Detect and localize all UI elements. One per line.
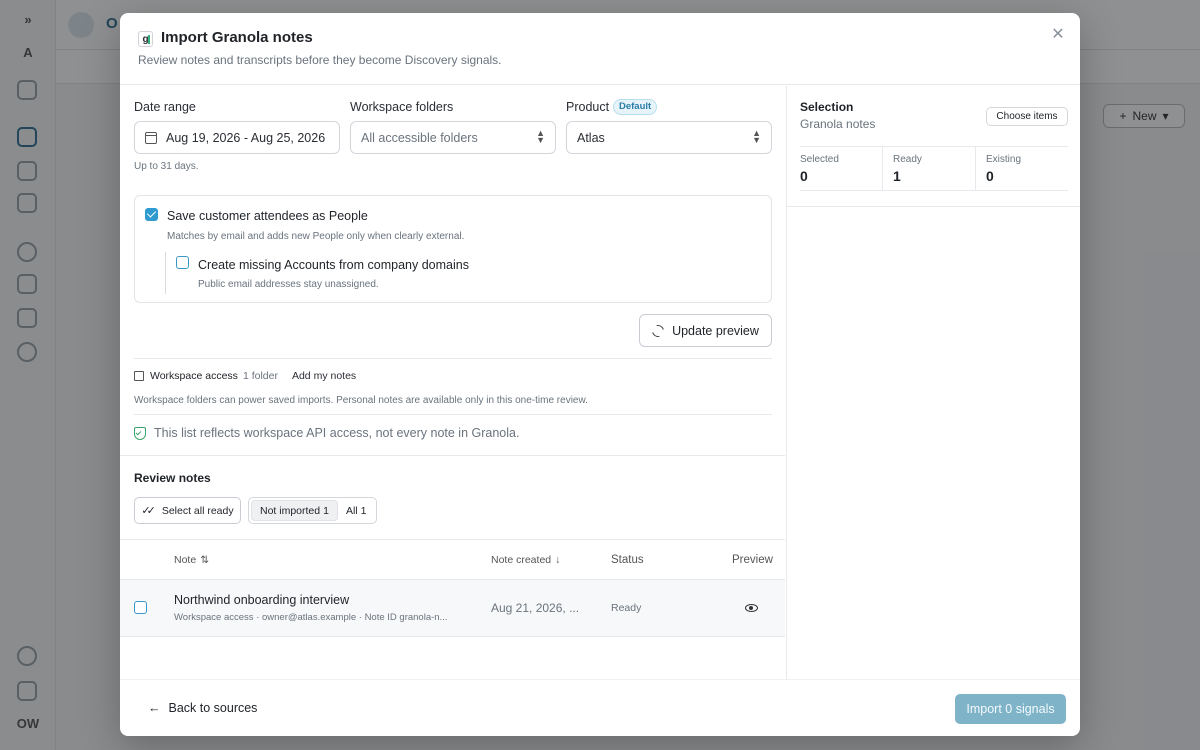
tab-not-imported[interactable]: Not imported 1 xyxy=(251,500,338,521)
stat-label: Selected xyxy=(800,154,839,165)
save-attendees-checkbox[interactable] xyxy=(145,208,158,221)
tab-label: All xyxy=(345,504,358,517)
calendar-icon xyxy=(145,131,157,144)
selection-title: Selection xyxy=(800,100,854,114)
back-to-sources-button[interactable]: ← Back to sources xyxy=(148,701,257,715)
stat-value: 1 xyxy=(893,168,901,184)
api-access-notice: This list reflects workspace API access,… xyxy=(134,426,519,440)
row-checkbox[interactable] xyxy=(134,601,147,614)
date-range-picker[interactable]: Aug 19, 2026 - Aug 25, 2026 xyxy=(134,121,340,154)
save-attendees-label[interactable]: Save customer attendees as People xyxy=(167,209,368,223)
divider xyxy=(134,358,772,359)
stat-value: 0 xyxy=(986,168,994,184)
notes-table-header: Note ⇅ Note created ↓ Status Preview xyxy=(120,539,785,580)
workspace-access-row: Workspace access 1 folder Add my notes xyxy=(134,370,356,382)
stat-label: Ready xyxy=(893,154,922,165)
modal-subtitle: Review notes and transcripts before they… xyxy=(138,53,502,67)
stat-value: 0 xyxy=(800,168,808,184)
tab-count: 1 xyxy=(323,504,329,517)
product-value: Atlas xyxy=(577,130,605,145)
workspace-folders-value: All accessible folders xyxy=(361,130,478,145)
product-label: Product xyxy=(566,100,610,114)
note-filter-tabs: Not imported 1 All 1 xyxy=(248,497,378,524)
chevron-updown-icon: ▲ ▼ xyxy=(536,128,545,145)
arrow-down-icon: ↓ xyxy=(555,554,561,566)
date-range-value: Aug 19, 2026 - Aug 25, 2026 xyxy=(166,130,326,145)
review-notes-title: Review notes xyxy=(134,471,211,485)
tab-all[interactable]: All 1 xyxy=(338,500,375,521)
save-attendees-desc: Matches by email and adds new People onl… xyxy=(167,231,465,242)
add-my-notes-link[interactable]: Add my notes xyxy=(292,370,356,382)
select-all-ready-label: Select all ready xyxy=(161,504,234,517)
update-preview-button[interactable]: Update preview xyxy=(639,314,772,347)
api-notice-text: This list reflects workspace API access,… xyxy=(154,426,520,440)
date-range-label: Date range xyxy=(134,100,196,114)
modal-footer: ← Back to sources Import 0 signals xyxy=(120,679,1080,736)
note-meta: Workspace access · owner@atlas.example ·… xyxy=(174,612,448,623)
divider xyxy=(134,414,772,415)
note-created-date: Aug 21, 2026, ... xyxy=(491,601,580,615)
divider xyxy=(120,455,785,456)
import-signals-button[interactable]: Import 0 signals xyxy=(955,694,1066,724)
product-select[interactable]: Atlas ▲ ▼ xyxy=(566,121,772,154)
note-created-column-header[interactable]: Note created ↓ xyxy=(491,554,560,566)
stat-ready: Ready 1 xyxy=(882,147,975,190)
preview-eye-icon[interactable] xyxy=(744,601,758,615)
workspace-access-note: Workspace folders can power saved import… xyxy=(134,395,588,406)
import-granola-modal: g Import Granola notes Review notes and … xyxy=(120,13,1080,736)
create-accounts-desc: Public email addresses stay unassigned. xyxy=(198,279,379,290)
table-row[interactable]: Northwind onboarding interview Workspace… xyxy=(120,580,785,637)
tab-label: Not imported xyxy=(260,504,321,517)
import-settings-panel: Date range Aug 19, 2026 - Aug 25, 2026 U… xyxy=(120,86,785,679)
date-range-hint: Up to 31 days. xyxy=(134,161,199,172)
arrow-left-icon: ← xyxy=(148,701,161,715)
divider xyxy=(787,206,1080,207)
tab-count: 1 xyxy=(360,504,367,517)
granola-logo-icon: g xyxy=(138,31,153,47)
select-all-ready-button[interactable]: ✓✓ Select all ready xyxy=(134,497,241,524)
nested-option-divider xyxy=(165,252,166,294)
refresh-icon xyxy=(649,322,667,339)
workspace-folders-label: Workspace folders xyxy=(350,100,454,114)
sort-icon: ⇅ xyxy=(200,554,209,566)
selection-subtitle: Granola notes xyxy=(800,117,876,131)
workspace-folders-select[interactable]: All accessible folders ▲ ▼ xyxy=(350,121,556,154)
attendee-options: Save customer attendees as People Matche… xyxy=(134,195,772,303)
note-status: Ready xyxy=(611,602,642,614)
header-label: Note created xyxy=(491,554,552,566)
choose-items-button[interactable]: Choose items xyxy=(986,107,1068,126)
note-column-header[interactable]: Note ⇅ xyxy=(174,554,209,566)
update-preview-label: Update preview xyxy=(672,323,759,338)
workspace-access-count: 1 folder xyxy=(242,370,278,382)
building-icon xyxy=(134,371,144,381)
chevron-updown-icon: ▲ ▼ xyxy=(752,128,761,145)
back-label: Back to sources xyxy=(168,701,258,715)
stat-label: Existing xyxy=(986,154,1022,165)
status-column-header: Status xyxy=(611,554,644,566)
note-title: Northwind onboarding interview xyxy=(174,593,350,607)
preview-column-header: Preview xyxy=(732,554,773,566)
selection-panel: Selection Granola notes Choose items Sel… xyxy=(786,86,1080,679)
default-badge: Default xyxy=(613,99,658,115)
selection-stats: Selected 0 Ready 1 Existing 0 xyxy=(800,146,1068,191)
modal-header: g Import Granola notes Review notes and … xyxy=(120,13,1080,85)
shield-check-icon xyxy=(134,426,146,440)
create-accounts-label[interactable]: Create missing Accounts from company dom… xyxy=(198,258,469,272)
header-label: Note xyxy=(174,554,197,566)
modal-title: Import Granola notes xyxy=(161,29,313,46)
workspace-access-label: Workspace access xyxy=(150,370,238,382)
stat-existing: Existing 0 xyxy=(975,147,1068,190)
double-check-icon: ✓✓ xyxy=(141,505,156,517)
stat-selected: Selected 0 xyxy=(800,147,882,190)
create-accounts-checkbox[interactable] xyxy=(176,256,189,269)
close-icon[interactable]: ✕ xyxy=(1048,25,1068,45)
